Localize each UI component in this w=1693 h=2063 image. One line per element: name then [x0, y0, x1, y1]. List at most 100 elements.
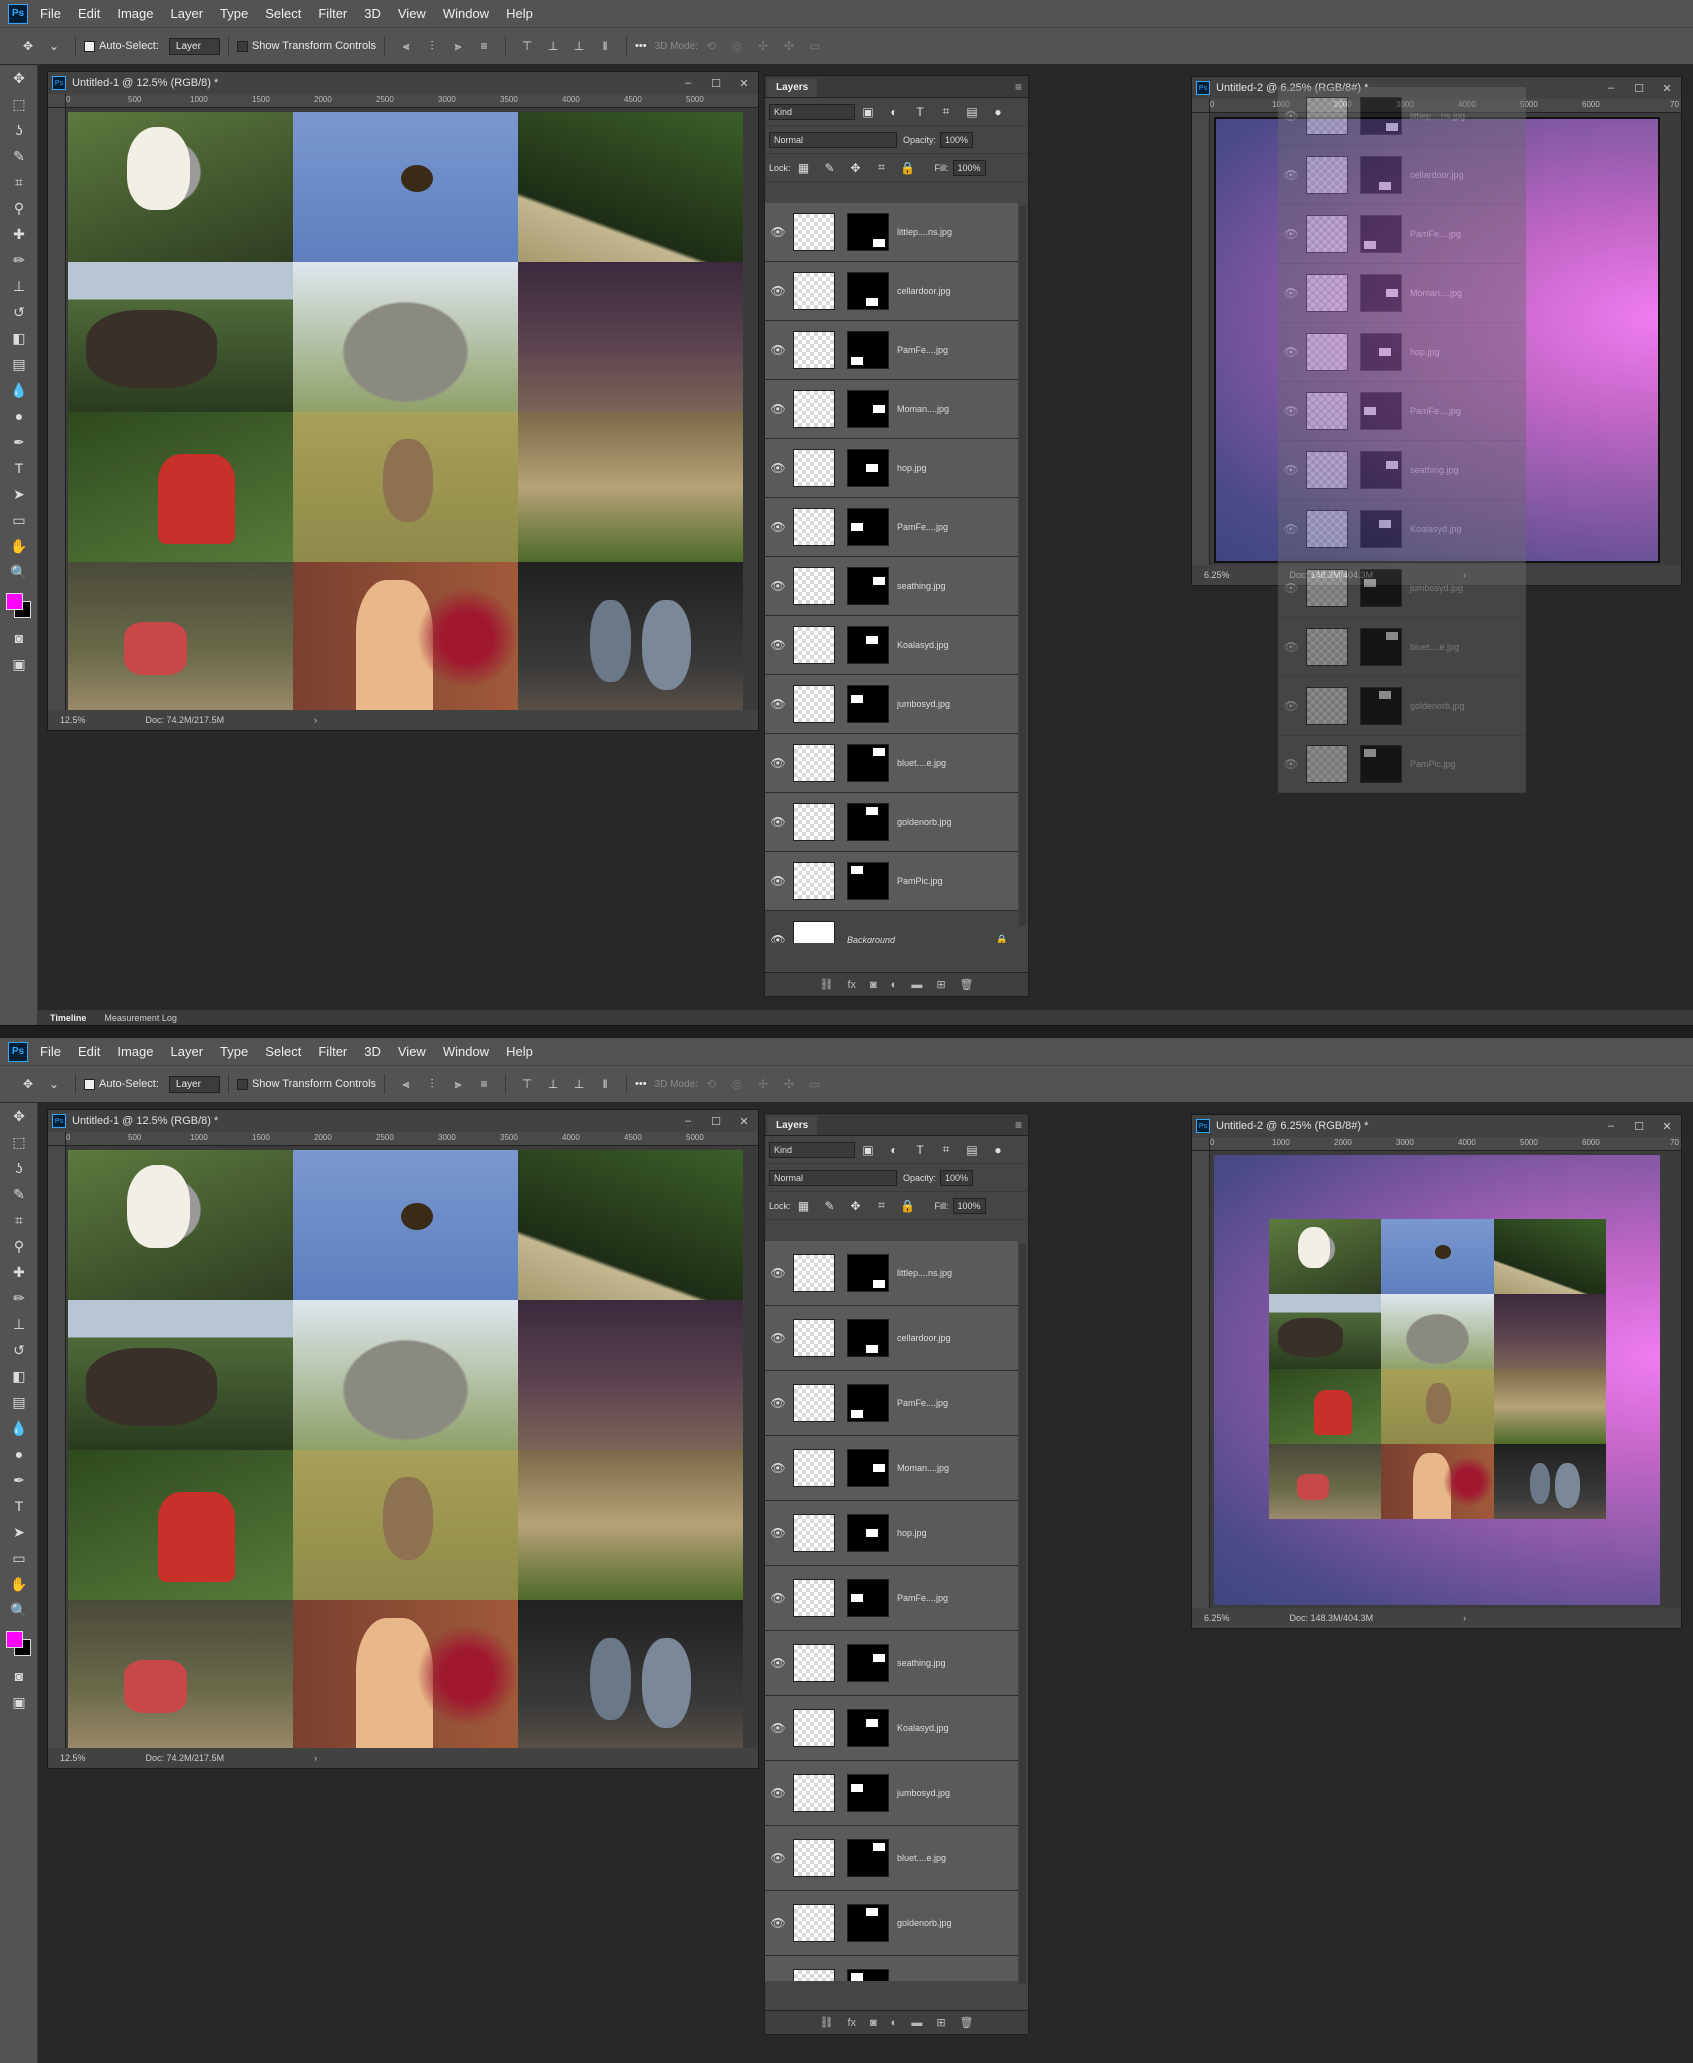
close-icon[interactable]: ✕ — [730, 77, 758, 90]
eye-icon[interactable]: 👁 — [765, 697, 791, 711]
eye-icon[interactable]: 👁 — [765, 933, 791, 943]
eraser-tool-icon[interactable]: ◧ — [0, 325, 38, 351]
eye-icon[interactable]: 👁 — [765, 1656, 791, 1670]
tab-timeline[interactable]: Timeline — [50, 1013, 86, 1023]
menu-help[interactable]: Help — [506, 6, 533, 21]
lock-all-icon[interactable]: 🔒 — [898, 1197, 918, 1215]
more-options-button[interactable]: ••• — [635, 1078, 647, 1090]
layer-row[interactable]: 👁 hop.jpg — [765, 1501, 1018, 1566]
filter-toggle-icon[interactable]: ● — [988, 1141, 1008, 1159]
menu-window[interactable]: Window — [443, 6, 489, 21]
collage-canvas[interactable] — [68, 112, 743, 712]
healing-tool-icon[interactable]: ✚ — [0, 221, 38, 247]
layer-row[interactable]: 👁 Moman....jpg — [765, 1436, 1018, 1501]
close-icon[interactable]: ✕ — [1653, 1120, 1681, 1133]
crop-tool-icon[interactable]: ⌗ — [0, 1207, 38, 1233]
lock-pixels-icon[interactable]: ✎ — [820, 1197, 840, 1215]
pasted-collage[interactable] — [1269, 1219, 1606, 1519]
screen-mode-icon[interactable]: ▣ — [0, 651, 38, 677]
menu-file[interactable]: File — [40, 1044, 61, 1059]
status-arrow[interactable]: › — [1463, 1613, 1466, 1623]
move-tool-icon[interactable]: ✥ — [0, 65, 38, 91]
color-swatches[interactable] — [0, 585, 37, 625]
layers-scrollbar[interactable] — [1019, 206, 1026, 926]
align-left-icon[interactable]: ⫷ — [396, 37, 416, 55]
eye-icon[interactable]: 👁 — [765, 874, 791, 888]
menu-select[interactable]: Select — [265, 6, 301, 21]
eye-icon[interactable]: 👁 — [765, 343, 791, 357]
eye-icon[interactable]: 👁 — [765, 1721, 791, 1735]
brush-tool-icon[interactable]: ✏ — [0, 1285, 38, 1311]
opacity-field[interactable]: 100% — [940, 1169, 974, 1186]
zoom-level[interactable]: 12.5% — [60, 715, 86, 725]
close-icon[interactable]: ✕ — [730, 1115, 758, 1128]
filter-smart-icon[interactable]: ▤ — [962, 1141, 982, 1159]
lock-position-icon[interactable]: ✥ — [846, 159, 866, 177]
add-mask-icon[interactable]: ◙ — [870, 2017, 877, 2029]
layer-row[interactable]: 👁 littlep....ns.jpg — [765, 1241, 1018, 1306]
layer-row[interactable]: 👁 hop.jpg — [765, 439, 1018, 498]
menu-type[interactable]: Type — [220, 6, 248, 21]
menu-3d[interactable]: 3D — [364, 6, 381, 21]
eye-icon[interactable]: 👁 — [765, 402, 791, 416]
eye-icon[interactable]: 👁 — [765, 284, 791, 298]
layer-row[interactable]: 👁 seathing.jpg — [765, 1631, 1018, 1696]
layer-row[interactable]: 👁 cellardoor.jpg — [765, 262, 1018, 321]
layer-row[interactable]: 👁 Koalasyd.jpg — [765, 1696, 1018, 1761]
align-bottom-icon[interactable]: ⊥ — [569, 1075, 589, 1093]
crop-tool-icon[interactable]: ⌗ — [0, 169, 38, 195]
document-window-2[interactable]: Ps Untitled-2 @ 6.25% (RGB/8#) * –☐✕ 0 1… — [1191, 1114, 1682, 1629]
align-top-icon[interactable]: ⊤ — [517, 1075, 537, 1093]
distribute-icon[interactable]: ≡ — [474, 1075, 494, 1093]
move-tool-icon[interactable]: ✥ — [18, 1075, 38, 1093]
fx-icon[interactable]: fx — [847, 2017, 856, 2029]
move-tool-icon[interactable]: ✥ — [18, 37, 38, 55]
layer-row[interactable]: 👁 goldenorb.jpg — [765, 1891, 1018, 1956]
eye-icon[interactable]: 👁 — [765, 1916, 791, 1930]
layer-row[interactable]: 👁 seathing.jpg — [765, 557, 1018, 616]
panel-menu-icon[interactable]: ≡ — [1015, 80, 1022, 94]
eyedropper-tool-icon[interactable]: ⚲ — [0, 1233, 38, 1259]
zoom-level[interactable]: 6.25% — [1204, 570, 1230, 580]
distribute-vertical-icon[interactable]: ‖ — [595, 37, 615, 55]
layer-row[interactable]: 👁 jumbosyd.jpg — [765, 675, 1018, 734]
eye-icon[interactable]: 👁 — [765, 579, 791, 593]
filter-pixel-icon[interactable]: ▣ — [858, 1141, 878, 1159]
menu-layer[interactable]: Layer — [171, 1044, 204, 1059]
layer-row[interactable]: 👁 cellardoor.jpg — [765, 1306, 1018, 1371]
fill-field[interactable]: 100% — [952, 1197, 986, 1214]
new-group-icon[interactable]: ▬ — [911, 2017, 922, 2029]
document-window-1[interactable]: Ps Untitled-1 @ 12.5% (RGB/8) * – ☐ ✕ 0 50… — [47, 71, 759, 731]
zoom-tool-icon[interactable]: 🔍 — [0, 559, 38, 585]
menu-layer[interactable]: Layer — [171, 6, 204, 21]
menu-filter[interactable]: Filter — [318, 6, 347, 21]
align-center-icon[interactable]: ⫶ — [422, 37, 442, 55]
minimize-icon[interactable]: – — [674, 77, 702, 90]
eraser-tool-icon[interactable]: ◧ — [0, 1363, 38, 1389]
eye-icon[interactable]: 👁 — [765, 461, 791, 475]
chevron-down-icon[interactable]: ⌄ — [44, 1075, 64, 1093]
layer-row[interactable]: 👁PamPic.jpg — [765, 1956, 1018, 1981]
menu-edit[interactable]: Edit — [78, 1044, 100, 1059]
lock-artboard-icon[interactable]: ⌗ — [872, 1197, 892, 1215]
align-right-icon[interactable]: ⫸ — [448, 1075, 468, 1093]
healing-tool-icon[interactable]: ✚ — [0, 1259, 38, 1285]
align-middle-icon[interactable]: ⊥ — [543, 37, 563, 55]
menu-type[interactable]: Type — [220, 1044, 248, 1059]
color-swatches[interactable] — [0, 1623, 37, 1663]
eye-icon[interactable]: 👁 — [765, 1266, 791, 1280]
layer-row[interactable]: 👁 littlep....ns.jpg — [765, 203, 1018, 262]
layers-tab[interactable]: Layers — [767, 1116, 818, 1135]
chevron-down-icon[interactable]: ⌄ — [44, 37, 64, 55]
fx-icon[interactable]: fx — [847, 979, 856, 991]
trash-icon[interactable]: 🗑 — [960, 978, 974, 991]
filter-type-icon[interactable]: T — [910, 1141, 930, 1159]
menu-help[interactable]: Help — [506, 1044, 533, 1059]
blend-mode-dropdown[interactable]: Normal — [769, 1169, 897, 1186]
layer-row-background[interactable]: 👁 Background 🔒 — [765, 911, 1018, 943]
maximize-icon[interactable]: ☐ — [1625, 82, 1653, 95]
adjustment-layer-icon[interactable]: ◐ — [891, 979, 898, 991]
type-tool-icon[interactable]: T — [0, 455, 38, 481]
maximize-icon[interactable]: ☐ — [702, 1115, 730, 1128]
eye-icon[interactable]: 👁 — [765, 1786, 791, 1800]
